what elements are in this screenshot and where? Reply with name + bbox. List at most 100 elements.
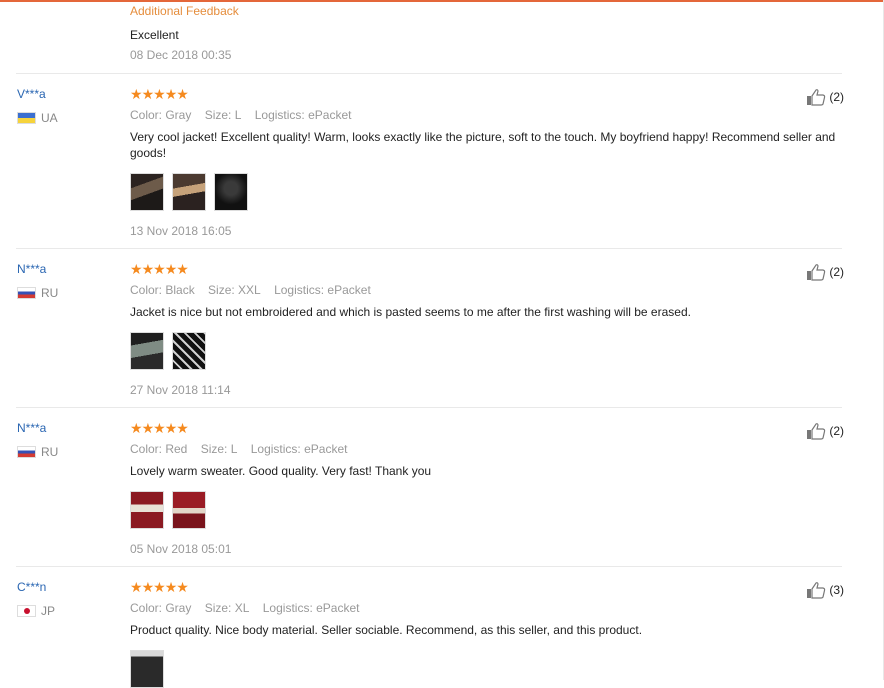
review-divider (16, 73, 842, 74)
order-info: Color: Gray Size: L Logistics: ePacket (130, 107, 842, 123)
star-icon: ★ (176, 261, 189, 277)
star-icon: ★ (130, 420, 143, 436)
order-color: Color: Gray (130, 601, 192, 615)
helpful-button[interactable]: (2) (806, 422, 844, 440)
review-date: 27 Nov 2018 11:14 (130, 383, 231, 397)
review-photo-thumbnail[interactable] (172, 332, 206, 370)
flag-ua-icon (17, 112, 36, 124)
helpful-button[interactable]: (3) (806, 581, 844, 599)
review-photo-thumbnail[interactable] (130, 491, 164, 529)
star-icon: ★ (130, 86, 143, 102)
country-code: UA (41, 111, 58, 125)
review-photos (130, 332, 842, 370)
review-photo-thumbnail[interactable] (214, 173, 248, 211)
review-content: ★ ★ ★ ★ ★ Color: Gray Size: XL Logistics: eP… (130, 580, 842, 688)
order-logistics: Logistics: ePacket (250, 442, 348, 456)
star-icon: ★ (176, 579, 189, 595)
additional-feedback-text: Excellent (130, 28, 179, 42)
star-rating: ★ ★ ★ ★ ★ (130, 262, 842, 276)
review-text: Lovely warm sweater. Good quality. Very … (130, 464, 432, 478)
star-icon: ★ (176, 86, 189, 102)
review-photo-thumbnail[interactable] (172, 491, 206, 529)
reviewer-name[interactable]: C***n (17, 579, 46, 595)
helpful-button[interactable]: (2) (806, 88, 844, 106)
review-content: ★ ★ ★ ★ ★ Color: Gray Size: L Logistics: ePa… (130, 87, 842, 239)
star-icon: ★ (130, 261, 143, 277)
helpful-count: (2) (829, 90, 844, 104)
star-rating: ★ ★ ★ ★ ★ (130, 580, 842, 594)
star-icon: ★ (164, 261, 178, 277)
review-content: ★ ★ ★ ★ ★ Color: Red Size: L Logistics: ePac… (130, 421, 842, 557)
review-divider (16, 248, 842, 249)
order-size: Size: L (200, 442, 238, 456)
flag-ru-icon (17, 446, 36, 458)
star-icon: ★ (164, 86, 178, 102)
review-photos (130, 491, 842, 529)
order-color: Color: Red (130, 442, 188, 456)
thumbs-up-icon (807, 423, 826, 440)
review-divider (16, 566, 842, 567)
review-photos (130, 650, 842, 688)
reviewer-name[interactable]: N***a (17, 420, 46, 436)
flag-ru-icon (17, 287, 36, 299)
thumbs-up-icon (807, 264, 826, 281)
order-size: Size: XL (204, 601, 250, 615)
reviewer-country: JP (17, 603, 55, 619)
review-photo-thumbnail[interactable] (130, 173, 164, 211)
star-icon: ★ (141, 579, 155, 595)
star-rating: ★ ★ ★ ★ ★ (130, 421, 842, 435)
previous-review-tail: Additional Feedback Excellent 08 Dec 201… (130, 3, 239, 63)
star-icon: ★ (153, 420, 166, 436)
star-rating: ★ ★ ★ ★ ★ (130, 87, 842, 101)
review-content: ★ ★ ★ ★ ★ Color: Black Size: XXL Logistics: … (130, 262, 842, 398)
reviewer-country: UA (17, 110, 58, 126)
review-text: Very cool jacket! Excellent quality! War… (130, 130, 836, 160)
country-code: RU (41, 286, 59, 300)
order-logistics: Logistics: ePacket (254, 108, 352, 122)
reviewer-country: RU (17, 285, 58, 301)
helpful-count: (3) (829, 583, 844, 597)
review-text: Product quality. Nice body material. Sel… (130, 623, 643, 637)
star-icon: ★ (153, 579, 166, 595)
review-date: 05 Nov 2018 05:01 (130, 542, 232, 556)
reviewer-name[interactable]: N***a (17, 261, 46, 277)
country-code: RU (41, 445, 59, 459)
thumbs-up-icon (807, 582, 826, 599)
helpful-count: (2) (829, 265, 844, 279)
order-size: Size: XXL (208, 283, 261, 297)
order-info: Color: Red Size: L Logistics: ePacket (130, 441, 842, 457)
star-icon: ★ (141, 420, 155, 436)
star-icon: ★ (176, 420, 189, 436)
flag-jp-icon (17, 605, 36, 617)
reviewer-country: RU (17, 444, 58, 460)
country-code: JP (41, 604, 56, 618)
order-info: Color: Gray Size: XL Logistics: ePacket (130, 600, 842, 616)
star-icon: ★ (141, 261, 155, 277)
review-date: 13 Nov 2018 16:05 (130, 224, 232, 238)
helpful-button[interactable]: (2) (806, 263, 844, 281)
reviewer-name[interactable]: V***a (17, 86, 46, 102)
review-photo-thumbnail[interactable] (130, 650, 164, 688)
order-info: Color: Black Size: XXL Logistics: ePacke… (130, 282, 842, 298)
review-photo-thumbnail[interactable] (172, 173, 206, 211)
star-icon: ★ (141, 86, 155, 102)
order-logistics: Logistics: ePacket (262, 601, 360, 615)
helpful-count: (2) (829, 424, 844, 438)
review-divider (16, 407, 842, 408)
star-icon: ★ (130, 579, 143, 595)
star-icon: ★ (153, 86, 166, 102)
review-photos (130, 173, 842, 211)
star-icon: ★ (164, 579, 178, 595)
additional-feedback-label: Additional Feedback (130, 4, 239, 18)
thumbs-up-icon (807, 89, 826, 106)
order-color: Color: Black (130, 283, 195, 297)
review-photo-thumbnail[interactable] (130, 332, 164, 370)
additional-feedback-date: 08 Dec 2018 00:35 (130, 48, 232, 62)
star-icon: ★ (164, 420, 178, 436)
order-color: Color: Gray (130, 108, 192, 122)
order-logistics: Logistics: ePacket (274, 283, 371, 297)
order-size: Size: L (204, 108, 242, 122)
star-icon: ★ (153, 261, 166, 277)
top-accent-bar (0, 0, 884, 2)
review-text: Jacket is nice but not embroidered and w… (130, 305, 691, 319)
